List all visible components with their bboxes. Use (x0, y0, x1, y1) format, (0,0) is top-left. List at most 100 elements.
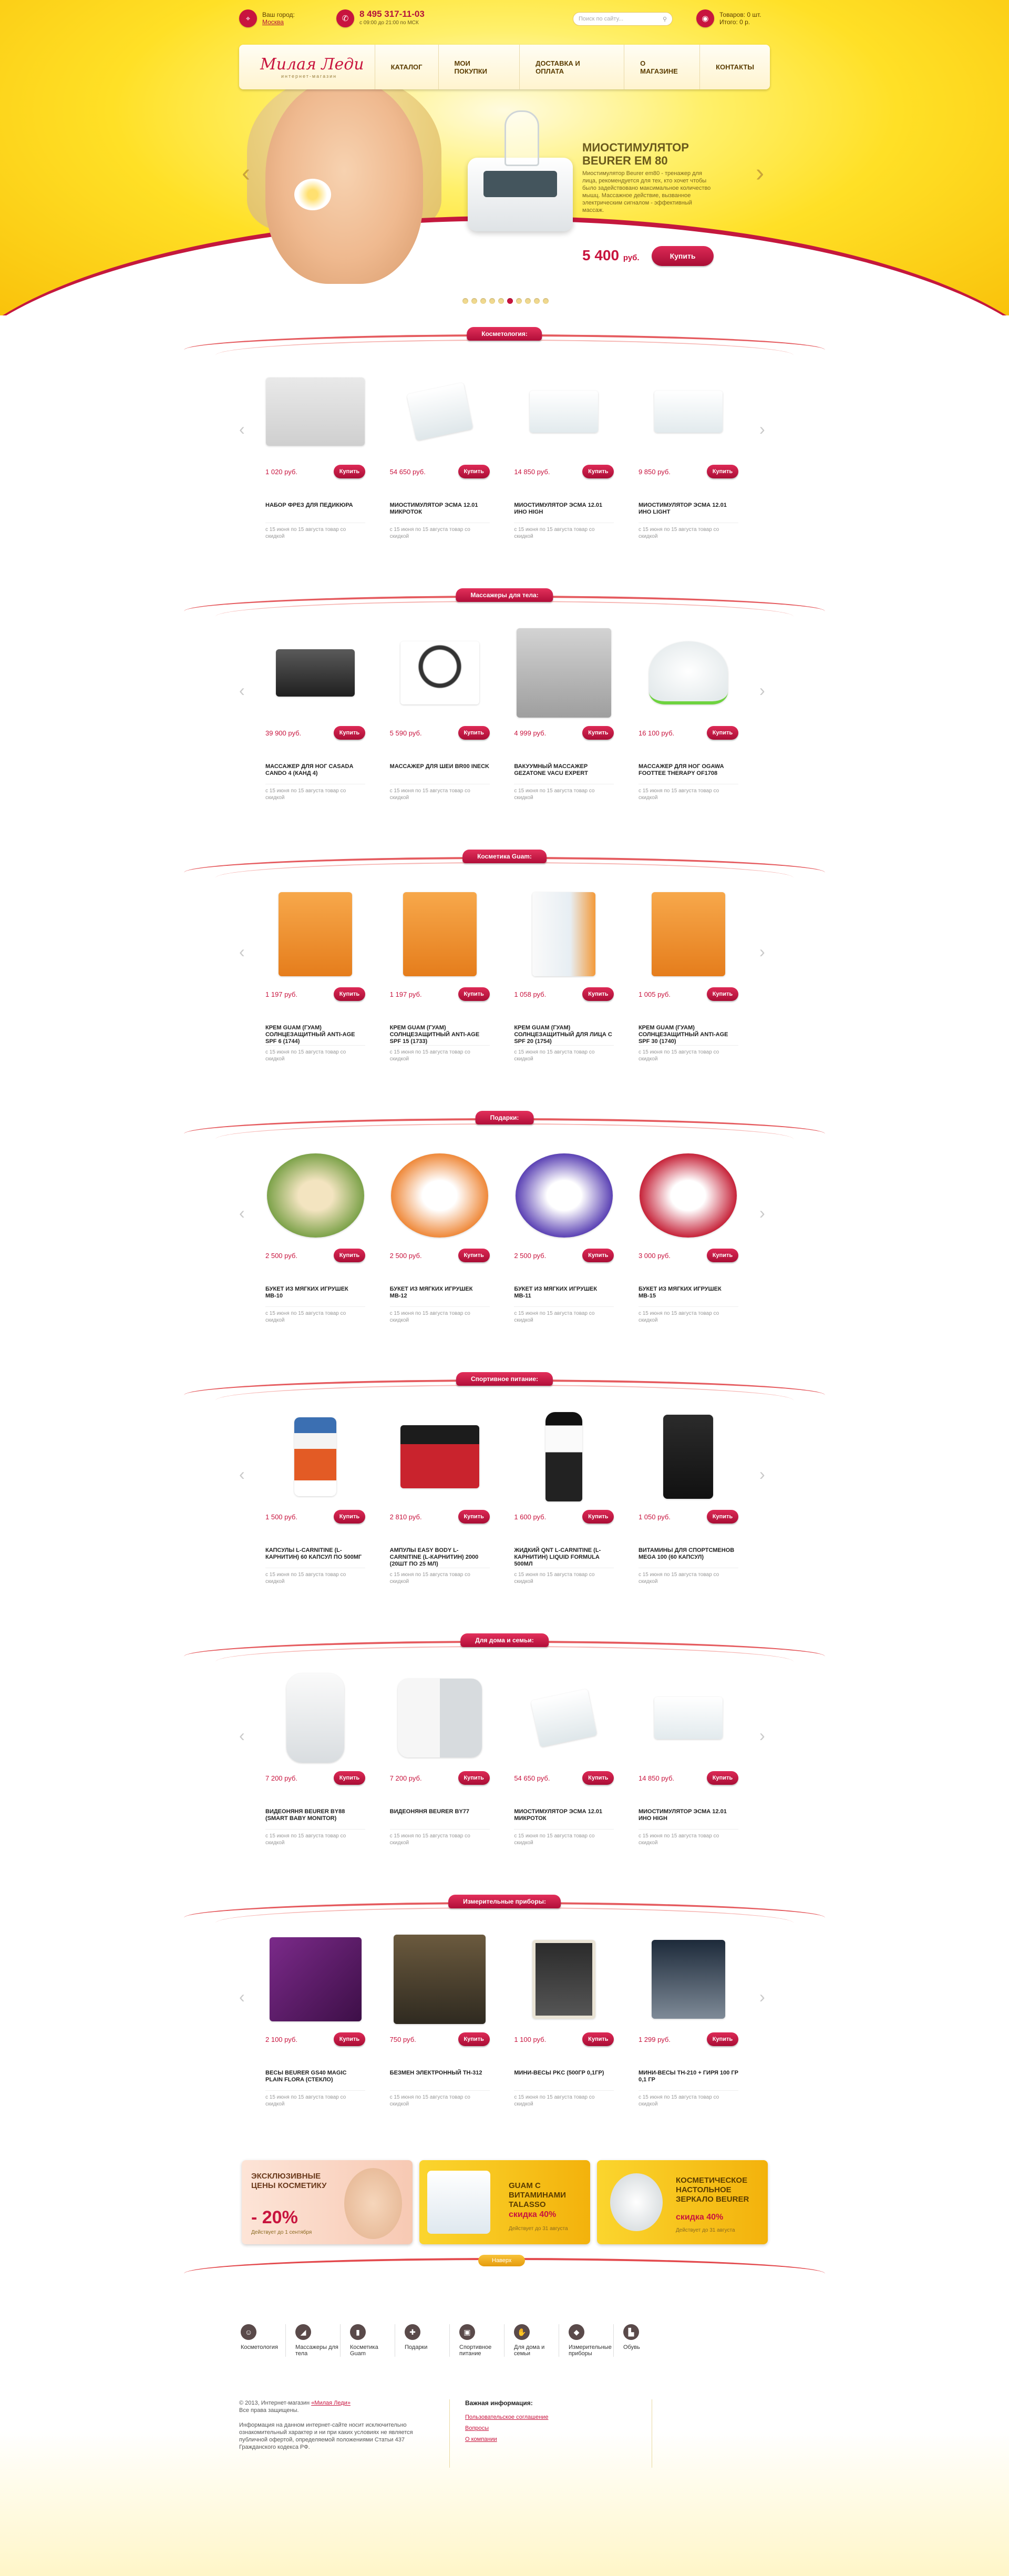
slider-prev-arrow-icon[interactable]: ‹ (242, 158, 252, 189)
nav-contacts[interactable]: Контакты (700, 45, 770, 89)
section-prev-arrow-icon[interactable]: ‹ (239, 420, 245, 439)
product-image[interactable] (517, 628, 612, 718)
product-name[interactable]: Вакуумный массажер Gezatone Vacu Expert (514, 763, 614, 784)
product-image[interactable] (279, 892, 352, 976)
buy-button[interactable]: Купить (458, 1771, 490, 1785)
product-image[interactable] (515, 1153, 613, 1238)
product-image[interactable] (532, 1939, 596, 2019)
buy-button[interactable]: Купить (706, 2032, 738, 2046)
product-image[interactable] (286, 1673, 344, 1763)
buy-button[interactable]: Купить (582, 1249, 614, 1262)
footer-category[interactable]: ▙ Обувь (614, 2324, 668, 2357)
buy-button[interactable]: Купить (706, 726, 738, 740)
product-image[interactable] (269, 1937, 362, 2021)
product-image[interactable] (545, 1412, 583, 1501)
footer-category[interactable]: ◆ Измерительные приборы (559, 2324, 614, 2357)
product-name[interactable]: Миостимулятор Эсма 12.01 ИНО High (514, 502, 614, 523)
product-image[interactable] (663, 1414, 714, 1499)
buy-button[interactable]: Купить (582, 1771, 614, 1785)
product-name[interactable]: Видеоняня Beurer BY77 (389, 1808, 490, 1829)
product-image[interactable] (400, 641, 479, 704)
buy-button[interactable]: Купить (458, 1510, 490, 1524)
section-title[interactable]: Подарки: (475, 1111, 534, 1125)
nav-my-purchases[interactable]: Мои покупки (439, 45, 520, 89)
footer-category[interactable]: ☺ Косметология (231, 2324, 286, 2357)
product-name[interactable]: Массажер для шеи BR00 iNeck (389, 763, 490, 784)
section-next-arrow-icon[interactable]: › (759, 1726, 765, 1745)
section-next-arrow-icon[interactable]: › (759, 420, 765, 439)
nav-catalog[interactable]: Каталог (375, 45, 439, 89)
product-image[interactable] (654, 390, 723, 433)
product-name[interactable]: Миостимулятор Эсма 12.01 ИНО Light (638, 502, 738, 523)
nav-delivery[interactable]: Доставка и оплата (520, 45, 625, 89)
buy-button[interactable]: Купить (582, 726, 614, 740)
product-image[interactable] (294, 1417, 336, 1496)
product-name[interactable]: Букет из мягких игрушек МВ-15 (638, 1286, 738, 1307)
section-title[interactable]: Массажеры для тела: (456, 588, 553, 602)
buy-button[interactable]: Купить (706, 987, 738, 1001)
product-image[interactable] (530, 390, 599, 433)
buy-button[interactable]: Купить (334, 987, 365, 1001)
product-name[interactable]: Миостимулятор Эсма 12.01 ИНО High (638, 1808, 738, 1829)
slider-dot[interactable] (471, 298, 477, 304)
buy-button[interactable]: Купить (334, 1771, 365, 1785)
product-name[interactable]: Букет из мягких игрушек МВ-11 (514, 1286, 614, 1307)
product-name[interactable]: Миостимулятор Эсма 12.01 Микроток (514, 1808, 614, 1829)
section-prev-arrow-icon[interactable]: ‹ (239, 1726, 245, 1745)
slider-dot[interactable] (516, 298, 522, 304)
info-link-questions[interactable]: Вопросы (465, 2425, 548, 2431)
section-next-arrow-icon[interactable]: › (759, 681, 765, 700)
section-next-arrow-icon[interactable]: › (759, 1203, 765, 1223)
slider-dot[interactable] (543, 298, 549, 304)
footer-category[interactable]: ▮ Косметика Guam (341, 2324, 395, 2357)
buy-button[interactable]: Купить (706, 465, 738, 478)
product-name[interactable]: Набор фрез для педикюра (265, 502, 365, 523)
buy-button[interactable]: Купить (582, 465, 614, 478)
product-image[interactable] (406, 382, 473, 441)
footer-category[interactable]: ◢ Массажеры для тела (286, 2324, 341, 2357)
section-prev-arrow-icon[interactable]: ‹ (239, 1465, 245, 1484)
buy-button[interactable]: Купить (334, 2032, 365, 2046)
slider-dot[interactable] (507, 298, 513, 304)
section-title[interactable]: Косметика Guam: (462, 850, 547, 863)
slider-next-arrow-icon[interactable]: › (756, 158, 766, 189)
product-name[interactable]: Безмен электронный TH-312 (389, 2070, 490, 2091)
buy-button[interactable]: Купить (706, 1249, 738, 1262)
product-image[interactable] (531, 1689, 598, 1747)
product-image[interactable] (654, 1696, 723, 1739)
section-prev-arrow-icon[interactable]: ‹ (239, 1203, 245, 1223)
footer-category[interactable]: ✋ Для дома и семьи (504, 2324, 559, 2357)
section-prev-arrow-icon[interactable]: ‹ (239, 681, 245, 700)
slider-dot[interactable] (489, 298, 495, 304)
product-name[interactable]: Букет из мягких игрушек МВ-12 (389, 1286, 490, 1307)
buy-button[interactable]: Купить (582, 987, 614, 1001)
section-title[interactable]: Спортивное питание: (456, 1372, 553, 1386)
section-title[interactable]: Для дома и семьи: (460, 1633, 549, 1647)
buy-button[interactable]: Купить (458, 987, 490, 1001)
buy-button[interactable]: Купить (458, 2032, 490, 2046)
product-name[interactable]: Миостимулятор Эсма 12.01 Микроток (389, 502, 490, 523)
phone-number[interactable]: 8 495 317-11-03 (359, 9, 425, 19)
slider-dot[interactable] (525, 298, 531, 304)
product-image[interactable] (532, 892, 596, 976)
buy-button[interactable]: Купить (334, 726, 365, 740)
product-name[interactable]: Массажер для ног Ogawa Foottee Therapy O… (638, 763, 738, 784)
product-name[interactable]: Крем Guam (Гуам) солнцезащитный Anti-Age… (638, 1025, 738, 1046)
product-name[interactable]: Капсулы L-Carnitine (L-карнитин) 60 капс… (265, 1547, 365, 1568)
buy-button[interactable]: Купить (582, 2032, 614, 2046)
buy-button[interactable]: Купить (706, 1771, 738, 1785)
product-image[interactable] (640, 1153, 737, 1238)
product-name[interactable]: Букет из мягких игрушек МВ-10 (265, 1286, 365, 1307)
buy-button[interactable]: Купить (458, 1249, 490, 1262)
nav-about[interactable]: О магазине (624, 45, 701, 89)
scroll-top-button[interactable]: Наверх (478, 2255, 526, 2266)
slider-dot[interactable] (534, 298, 540, 304)
promo-guam[interactable]: Guam с витаминами Talasso скидка 40% Дейс… (419, 2160, 590, 2244)
section-next-arrow-icon[interactable]: › (759, 942, 765, 962)
buy-button[interactable]: Купить (334, 1510, 365, 1524)
slider-dot[interactable] (498, 298, 504, 304)
promo-cosmetics[interactable]: Эксклюзивные цены косметику - 20% Действу… (242, 2160, 413, 2244)
slider-dot[interactable] (462, 298, 468, 304)
footer-category[interactable]: ▣ Спортивное питание (450, 2324, 504, 2357)
product-image[interactable] (266, 377, 365, 446)
